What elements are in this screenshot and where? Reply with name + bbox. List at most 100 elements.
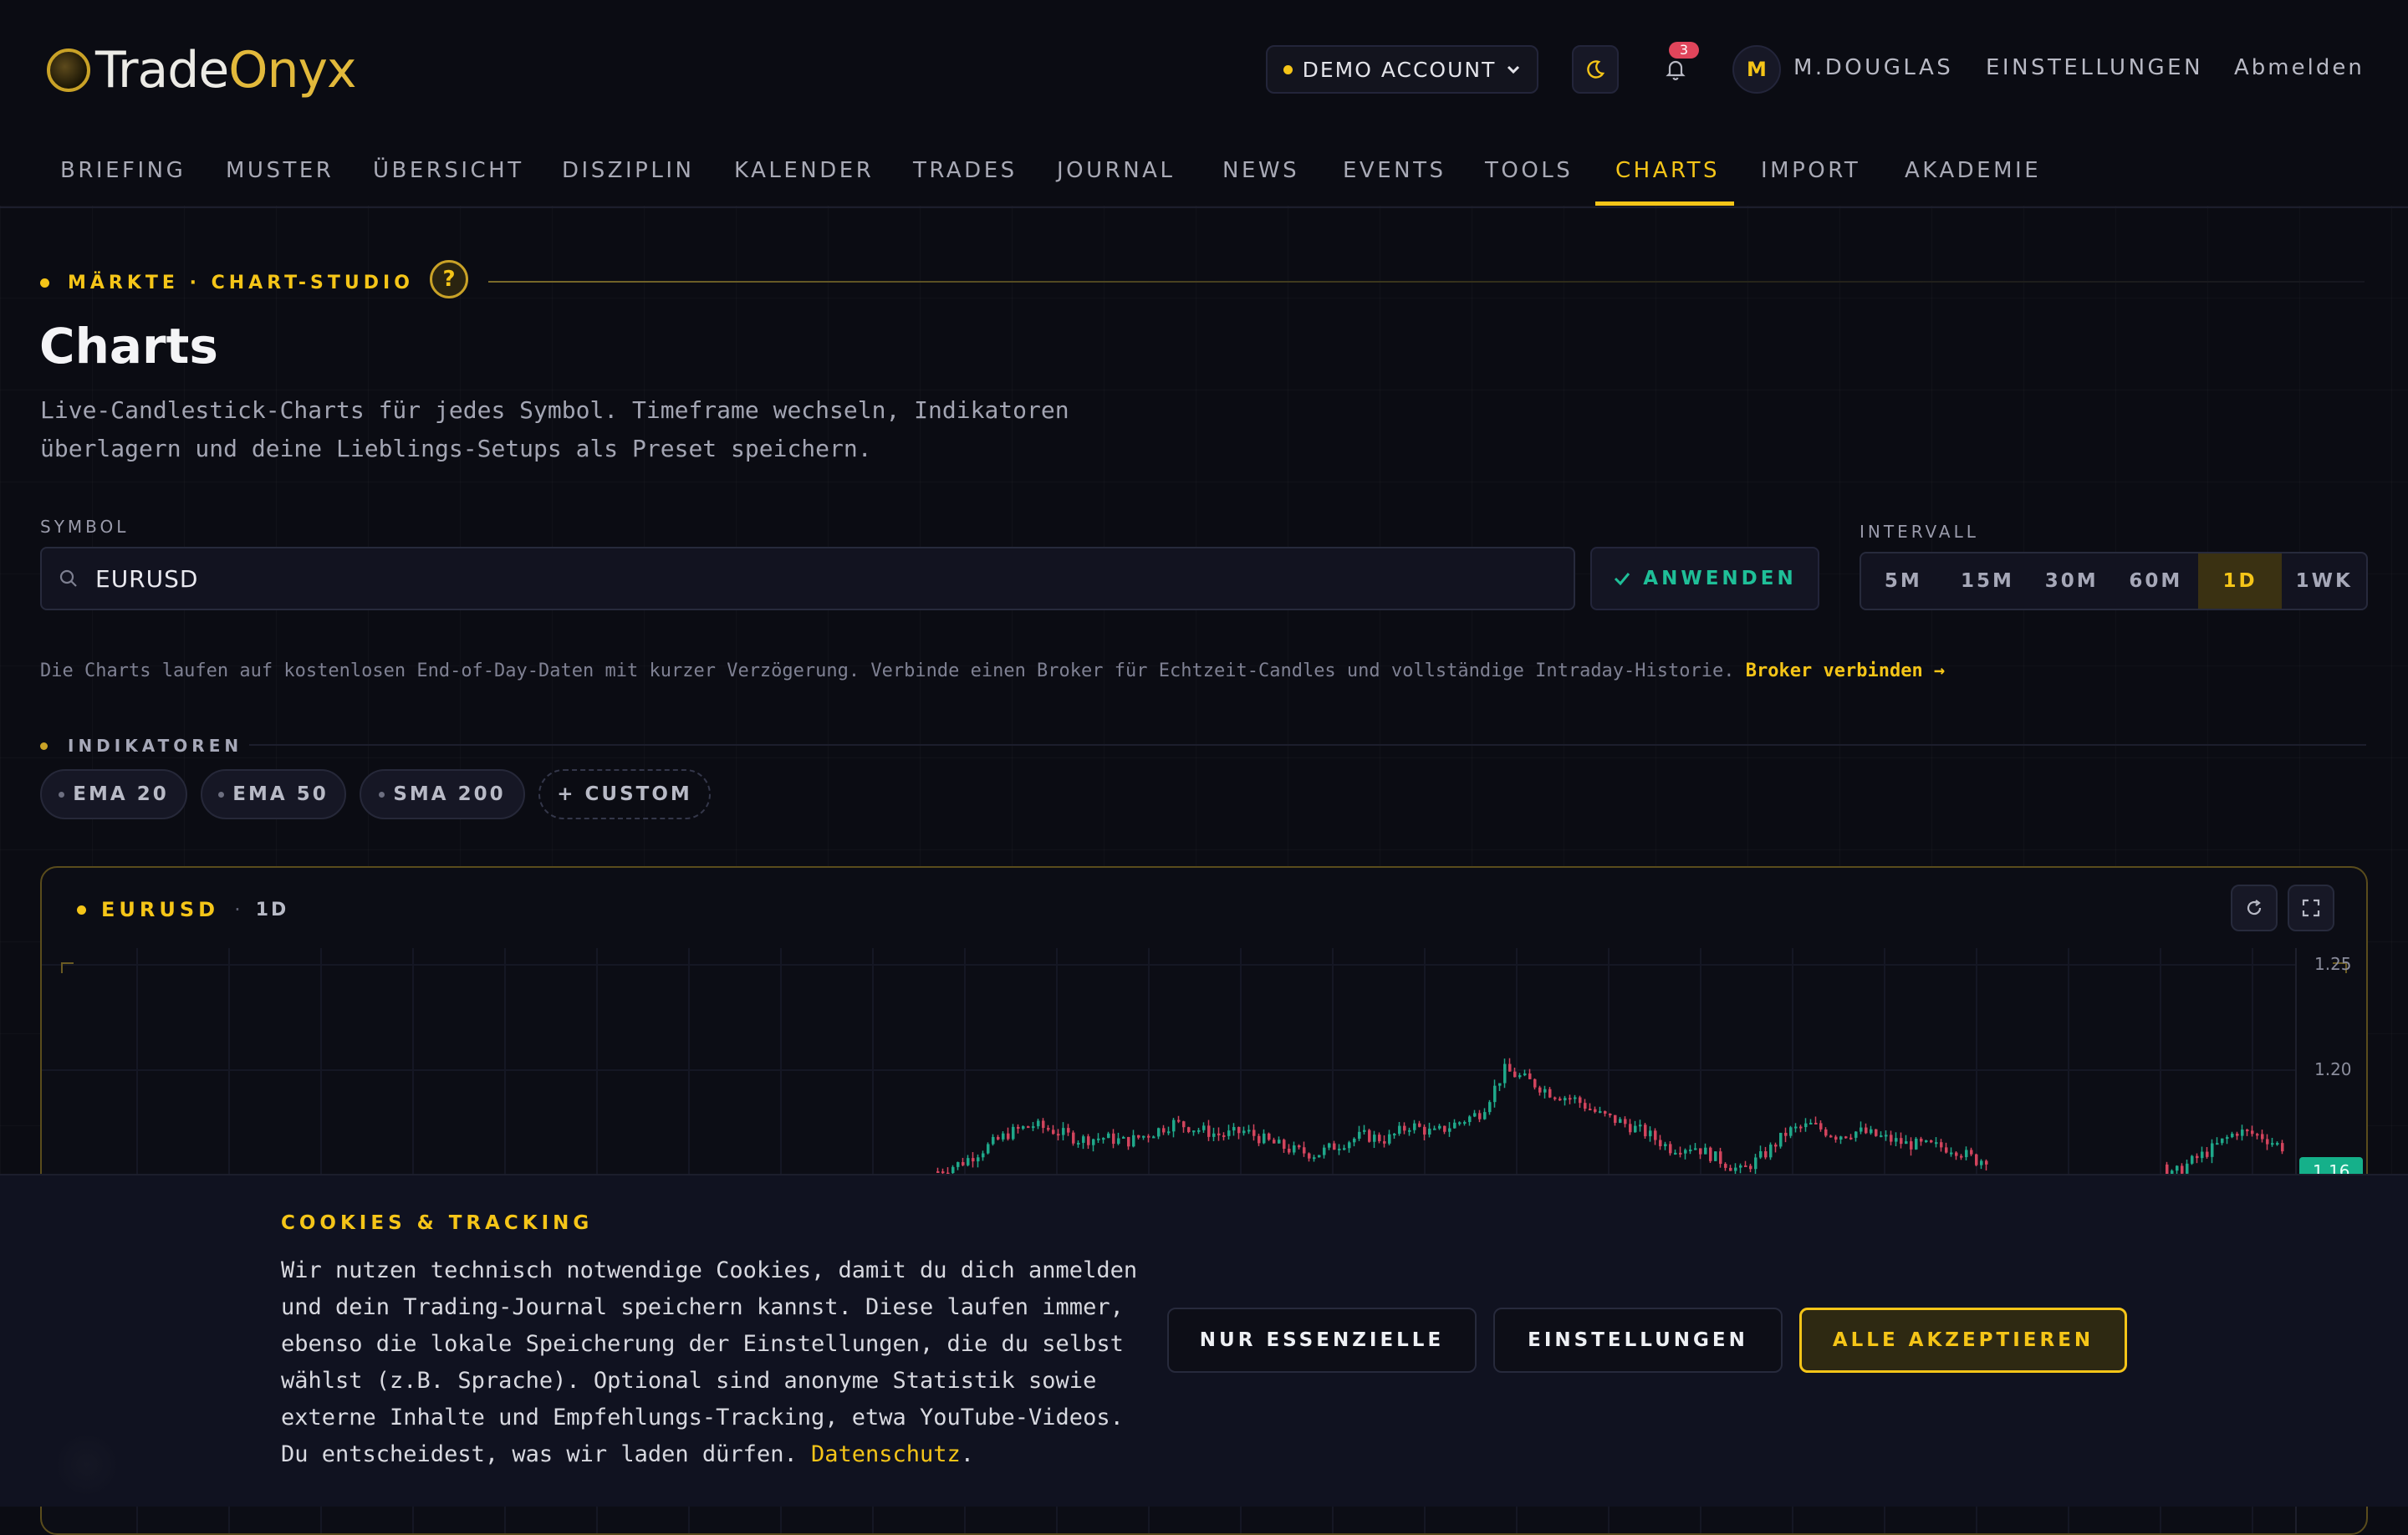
candle-body — [1117, 1138, 1120, 1145]
candle-body — [1067, 1128, 1070, 1133]
candle-body — [1609, 1114, 1612, 1116]
help-button[interactable]: ? — [430, 260, 468, 298]
cookie-text-line: wählst (z.B. Sprache). Optional sind ano… — [281, 1368, 1097, 1394]
nav-item-kalender[interactable]: KALENDER — [734, 158, 874, 183]
candle-body — [2276, 1143, 2279, 1145]
candle-body — [1478, 1113, 1482, 1119]
avatar[interactable]: M — [1732, 45, 1781, 94]
nav-item-tools[interactable]: TOOLS — [1485, 158, 1573, 183]
candle-body — [1252, 1130, 1256, 1136]
candle-body — [1834, 1136, 1838, 1140]
interval-option-1wk[interactable]: 1WK — [2282, 553, 2366, 609]
cookie-settings-button[interactable]: EINSTELLUNGEN — [1493, 1308, 1783, 1373]
candle-body — [1880, 1135, 1883, 1138]
candle-body — [2211, 1143, 2214, 1157]
candle-body — [1935, 1142, 1938, 1145]
cookie-essential-button[interactable]: NUR ESSENZIELLE — [1167, 1308, 1477, 1373]
floating-widget[interactable] — [54, 1431, 120, 1498]
candle-body — [1548, 1089, 1552, 1098]
cookie-text-last: Du entscheidest, was wir laden dürfen. — [281, 1441, 798, 1467]
interval-option-15m[interactable]: 15M — [1946, 553, 2030, 609]
candle-body — [1423, 1126, 1426, 1135]
candle-body — [1905, 1141, 1908, 1145]
candle-body — [2241, 1130, 2244, 1136]
interval-label: INTERVALL — [1860, 522, 1979, 542]
candle-body — [1137, 1135, 1140, 1138]
nav-item-briefing[interactable]: BRIEFING — [60, 158, 186, 183]
nav-item-disziplin[interactable]: DISZIPLIN — [562, 158, 694, 183]
candle-body — [1323, 1147, 1326, 1155]
candle-body — [1714, 1151, 1717, 1161]
candle-body — [1373, 1135, 1376, 1142]
nav-item-trades[interactable]: TRADES — [913, 158, 1018, 183]
indicator-chip-ema50[interactable]: EMA 50 — [201, 769, 346, 819]
fullscreen-button[interactable] — [2288, 885, 2334, 931]
nav-item-journal[interactable]: JOURNAL — [1057, 158, 1175, 183]
nav-item-muster[interactable]: MUSTER — [226, 158, 334, 183]
theme-toggle-button[interactable] — [1572, 45, 1619, 94]
candle-body — [1664, 1144, 1667, 1146]
candle-body — [1704, 1147, 1707, 1155]
settings-link[interactable]: EINSTELLUNGEN — [1986, 55, 2203, 80]
logout-link[interactable]: Abmelden — [2234, 55, 2365, 80]
add-custom-indicator-button[interactable]: + CUSTOM — [538, 769, 711, 819]
candle-body — [1207, 1125, 1211, 1137]
candle-body — [1674, 1152, 1677, 1155]
indicator-chip-sma200[interactable]: SMA 200 — [360, 769, 525, 819]
candle-body — [1513, 1071, 1517, 1078]
interval-option-60m[interactable]: 60M — [2114, 553, 2198, 609]
candle-body — [2266, 1139, 2269, 1145]
candle-body — [1227, 1130, 1231, 1136]
refresh-button[interactable] — [2231, 885, 2278, 931]
candle-body — [936, 1170, 940, 1173]
candle-body — [1875, 1129, 1878, 1136]
candle-body — [1318, 1155, 1321, 1158]
candle-body — [2251, 1130, 2254, 1135]
cookie-accept-all-button[interactable]: ALLE AKZEPTIEREN — [1799, 1308, 2127, 1373]
candle-body — [1012, 1126, 1015, 1140]
brand-logo[interactable]: TradeOnyx — [47, 41, 357, 99]
candle-body — [1182, 1121, 1186, 1128]
nav-item-events[interactable]: EVENTS — [1343, 158, 1446, 183]
interval-selector: 5M 15M 30M 60M 1D 1WK — [1860, 552, 2368, 610]
username-link[interactable]: M.DOUGLAS — [1793, 55, 1953, 80]
indicators-heading: INDIKATOREN — [40, 736, 242, 756]
nav-item-charts[interactable]: CHARTS — [1615, 158, 1720, 183]
candle-body — [1082, 1136, 1085, 1143]
chart-separator: · — [234, 898, 241, 921]
page-subtitle-line-1: Live-Candlestick-Charts für jedes Symbol… — [40, 396, 1069, 424]
connect-broker-link[interactable]: Broker verbinden → — [1746, 660, 1945, 681]
apply-button[interactable]: ANWENDEN — [1590, 547, 1819, 610]
candle-body — [1308, 1153, 1311, 1159]
chip-dot — [218, 791, 225, 798]
nav-item-news[interactable]: NEWS — [1222, 158, 1299, 183]
candle-body — [1839, 1136, 1843, 1140]
candle-body — [1669, 1144, 1672, 1154]
candle-body — [967, 1158, 970, 1165]
symbol-search[interactable] — [40, 547, 1575, 610]
candle-body — [1122, 1136, 1125, 1139]
candle-body — [1679, 1152, 1682, 1155]
candle-body — [1097, 1138, 1100, 1140]
account-switcher[interactable]: DEMO ACCOUNT — [1266, 45, 1538, 94]
candle-body — [1749, 1165, 1752, 1170]
interval-option-30m[interactable]: 30M — [2029, 553, 2114, 609]
nav-item-import[interactable]: IMPORT — [1761, 158, 1860, 183]
candle-body — [2261, 1134, 2264, 1140]
interval-option-5m[interactable]: 5M — [1861, 553, 1946, 609]
candle-body — [2231, 1133, 2234, 1138]
interval-option-1d[interactable]: 1D — [2197, 553, 2283, 609]
candle-body — [1634, 1125, 1637, 1133]
candle-body — [2181, 1165, 2184, 1174]
candle-body — [1453, 1122, 1457, 1129]
nav-item-uebersicht[interactable]: ÜBERSICHT — [373, 158, 524, 183]
symbol-input[interactable] — [94, 564, 1518, 594]
price-label-1-20: 1.20 — [2314, 1059, 2352, 1079]
top-bar: TradeOnyx DEMO ACCOUNT 3 M M.DOUGLAS EIN… — [0, 0, 2408, 138]
privacy-link[interactable]: Datenschutz — [811, 1441, 961, 1467]
nav-active-indicator — [1595, 201, 1734, 206]
candle-body — [1077, 1142, 1080, 1145]
nav-item-akademie[interactable]: AKADEMIE — [1905, 158, 2041, 183]
indicator-chip-ema20[interactable]: EMA 20 — [40, 769, 187, 819]
page-title: Charts — [39, 318, 218, 375]
